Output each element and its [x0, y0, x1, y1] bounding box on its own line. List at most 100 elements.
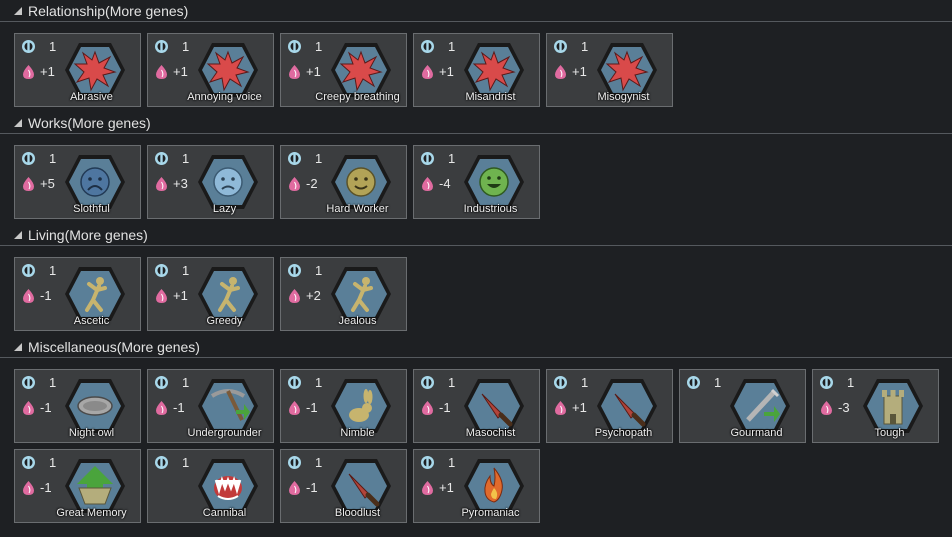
complexity-value: 1 [581, 375, 589, 390]
complexity-value: 1 [448, 375, 456, 390]
burst-icon [603, 46, 651, 94]
gene-card[interactable]: 1 -1 Bloodlust [280, 449, 407, 523]
burst-icon [337, 46, 385, 94]
gene-name: Abrasive [70, 91, 113, 103]
complexity-icon [21, 39, 36, 54]
metabolism-icon [288, 400, 301, 416]
gene-name: Lazy [212, 203, 237, 215]
gene-card[interactable]: 1 +1 Annoying voice [147, 33, 274, 107]
metabolism-icon [22, 480, 35, 496]
gene-name: Slothful [73, 203, 110, 215]
metabolism-value: +1 [306, 64, 321, 79]
knife-icon [603, 382, 651, 430]
metabolism-value: +1 [572, 64, 587, 79]
gene-name: Ascetic [73, 315, 110, 327]
section-title: Miscellaneous(More genes) [28, 339, 200, 355]
gene-card[interactable]: 1 +1 Greedy [147, 257, 274, 331]
gene-card[interactable]: 1 -2 Hard Worker [280, 145, 407, 219]
gene-card[interactable]: 1 -1 Ascetic [14, 257, 141, 331]
arrow-up-icon [71, 462, 119, 510]
complexity-value: 1 [182, 263, 190, 278]
metabolism-icon [155, 400, 168, 416]
gene-name: Hard Worker [326, 203, 389, 215]
gene-card[interactable]: 1 -4 Industrious [413, 145, 540, 219]
complexity-value: 1 [182, 151, 190, 166]
metabolism-value: +1 [572, 400, 587, 415]
collapse-triangle-icon[interactable] [14, 7, 22, 15]
gene-card[interactable]: 1 Cannibal [147, 449, 274, 523]
gene-name: Misogynist [597, 91, 650, 103]
pickaxe-icon [204, 382, 252, 430]
gene-name: Annoying voice [187, 91, 262, 103]
section-header[interactable]: Works(More genes) [0, 112, 952, 134]
flame-icon [470, 462, 518, 510]
section-header[interactable]: Living(More genes) [0, 224, 952, 246]
very-sad-face-icon [71, 158, 119, 206]
complexity-icon [553, 375, 568, 390]
gene-card[interactable]: 1 -3 Tough [812, 369, 939, 443]
section-header[interactable]: Miscellaneous(More genes) [0, 336, 952, 358]
metabolism-icon [22, 288, 35, 304]
burst-icon [71, 46, 119, 94]
gene-card[interactable]: 1 Gourmand [679, 369, 806, 443]
complexity-icon [420, 455, 435, 470]
gene-name: Pyromaniac [461, 507, 520, 519]
gene-card[interactable]: 1 -1 Great Memory [14, 449, 141, 523]
complexity-value: 1 [315, 151, 323, 166]
metabolism-value: -1 [306, 480, 318, 495]
metabolism-icon [554, 64, 567, 80]
gene-card[interactable]: 1 +1 Misogynist [546, 33, 673, 107]
eye-icon [71, 382, 119, 430]
complexity-icon [154, 455, 169, 470]
complexity-icon [420, 39, 435, 54]
burst-icon [204, 46, 252, 94]
section-header[interactable]: Relationship(More genes) [0, 0, 952, 22]
gene-card[interactable]: 1 +2 Jealous [280, 257, 407, 331]
section-title: Relationship(More genes) [28, 3, 189, 19]
gene-card[interactable]: 1 +1 Pyromaniac [413, 449, 540, 523]
gene-card[interactable]: 1 +5 Slothful [14, 145, 141, 219]
metabolism-icon [421, 64, 434, 80]
figure-icon [204, 270, 252, 318]
collapse-triangle-icon[interactable] [14, 343, 22, 351]
complexity-icon [154, 263, 169, 278]
complexity-icon [287, 39, 302, 54]
metabolism-icon [22, 400, 35, 416]
gene-card[interactable]: 1 +3 Lazy [147, 145, 274, 219]
complexity-icon [287, 375, 302, 390]
collapse-triangle-icon[interactable] [14, 231, 22, 239]
metabolism-value: +5 [40, 176, 55, 191]
gene-card[interactable]: 1 +1 Abrasive [14, 33, 141, 107]
gene-name: Masochist [465, 427, 516, 439]
complexity-value: 1 [315, 263, 323, 278]
complexity-icon [819, 375, 834, 390]
sad-face-icon [204, 158, 252, 206]
complexity-icon [154, 151, 169, 166]
gene-card[interactable]: 1 -1 Masochist [413, 369, 540, 443]
gene-card[interactable]: 1 +1 Psychopath [546, 369, 673, 443]
gene-card[interactable]: 1 +1 Misandrist [413, 33, 540, 107]
gene-card[interactable]: 1 -1 Undergrounder [147, 369, 274, 443]
gene-name: Undergrounder [187, 427, 262, 439]
gene-card[interactable]: 1 +1 Creepy breathing [280, 33, 407, 107]
collapse-triangle-icon[interactable] [14, 119, 22, 127]
metabolism-value: -1 [173, 400, 185, 415]
complexity-value: 1 [49, 151, 57, 166]
complexity-icon [21, 455, 36, 470]
complexity-icon [287, 455, 302, 470]
metabolism-value: -2 [306, 176, 318, 191]
metabolism-icon [22, 176, 35, 192]
metabolism-value: -1 [439, 400, 451, 415]
metabolism-value: +1 [173, 288, 188, 303]
figure-icon [71, 270, 119, 318]
gene-card[interactable]: 1 -1 Night owl [14, 369, 141, 443]
section-title: Works(More genes) [28, 115, 151, 131]
complexity-icon [154, 39, 169, 54]
gene-card[interactable]: 1 -1 Nimble [280, 369, 407, 443]
complexity-icon [553, 39, 568, 54]
metabolism-value: +2 [306, 288, 321, 303]
metabolism-icon [288, 176, 301, 192]
metabolism-icon [421, 176, 434, 192]
metabolism-value: +1 [173, 64, 188, 79]
gene-name: Jealous [338, 315, 377, 327]
